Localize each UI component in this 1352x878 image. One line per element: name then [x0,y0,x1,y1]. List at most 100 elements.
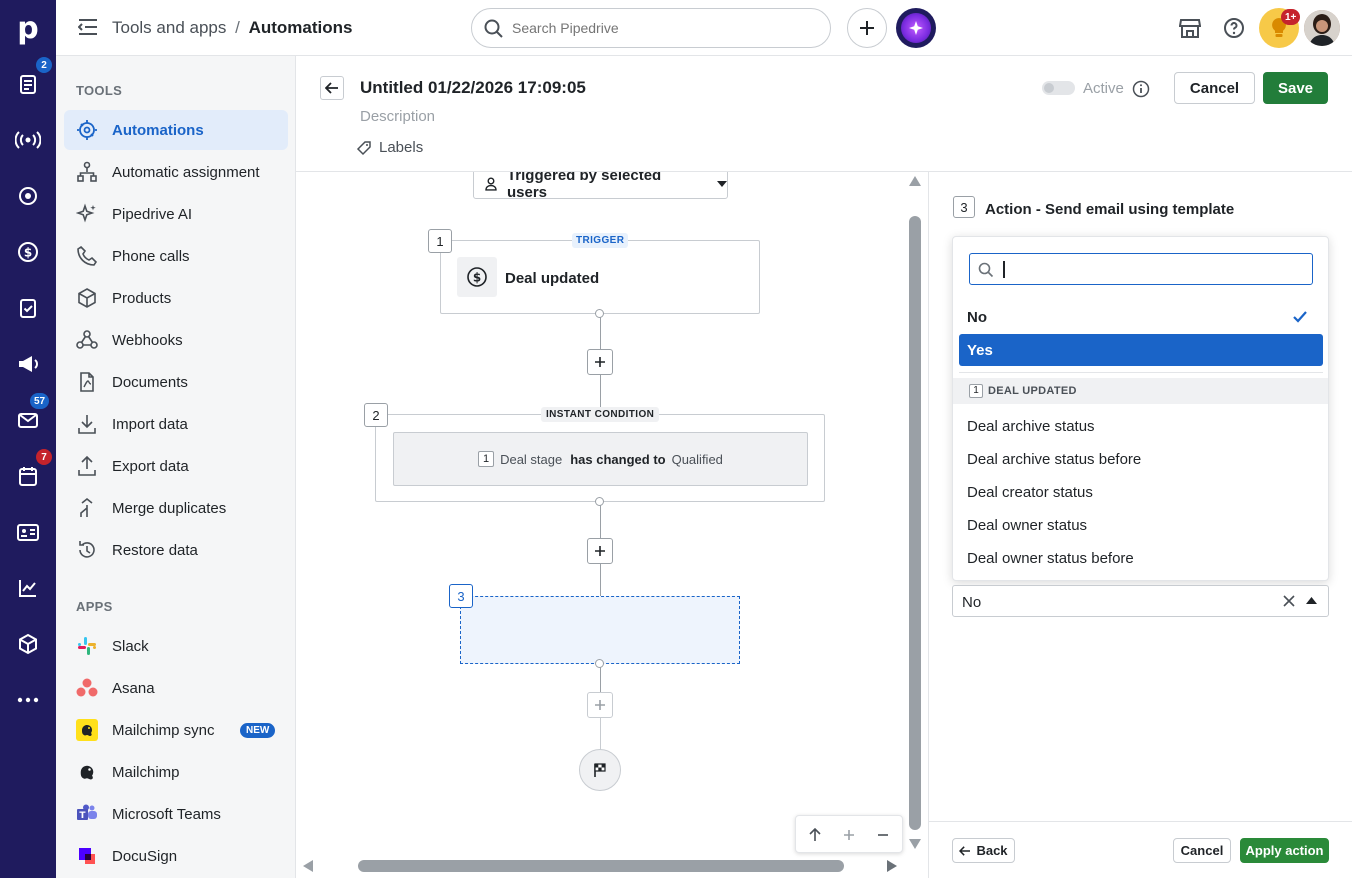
clear-icon[interactable] [1283,595,1295,607]
sidebar-item-asana[interactable]: Asana [64,668,288,708]
avatar[interactable] [1304,10,1340,46]
sidebar-item-mailchimp-sync[interactable]: Mailchimp sync NEW [64,710,288,750]
sidebar-item-label: Products [112,290,172,307]
step-number-3: 3 [449,584,473,608]
sidebar-item-webhooks[interactable]: Webhooks [64,320,288,360]
slack-icon [76,635,98,657]
active-label: Active [1083,80,1124,97]
connector-line [600,564,601,596]
rail-more-icon[interactable] [0,678,56,722]
sparkle-icon [76,203,98,225]
caret-up-icon[interactable] [1306,597,1317,604]
add-step-button[interactable] [587,538,613,564]
fit-up-icon[interactable] [808,828,822,842]
option-no[interactable]: No [959,301,1323,333]
sidebar-item-merge-duplicates[interactable]: Merge duplicates [64,488,288,528]
scroll-right-arrow[interactable] [887,860,897,872]
workflow-canvas[interactable]: Triggered by selected users $ Deal updat… [296,172,928,878]
tools-sidebar: TOOLS Automations Automatic assignment P… [56,56,296,878]
global-search[interactable] [471,8,831,48]
rail-products-icon[interactable] [0,622,56,666]
group-step-number: 1 [969,384,983,398]
quick-add-button[interactable] [847,8,887,48]
pipedrive-logo[interactable]: p [0,6,56,50]
breadcrumb-current: Automations [248,18,353,37]
sidebar-item-documents[interactable]: Documents [64,362,288,402]
rail-campaigns-icon[interactable] [0,342,56,386]
trigger-node[interactable]: $ Deal updated [440,240,760,314]
apply-action-button[interactable]: Apply action [1240,838,1329,863]
option-deal-owner-status[interactable]: Deal owner status [959,509,1323,541]
webhook-icon [76,329,98,351]
sidebar-item-microsoft-teams[interactable]: T Microsoft Teams [64,794,288,834]
add-step-button[interactable] [587,349,613,375]
step-number-1: 1 [428,229,452,253]
sidebar-item-products[interactable]: Products [64,278,288,318]
sidebar-item-slack[interactable]: Slack [64,626,288,666]
ai-assistant-button[interactable] [896,8,936,48]
scroll-down-arrow[interactable] [909,839,921,849]
search-input[interactable] [512,18,812,38]
info-icon[interactable] [1132,80,1150,98]
dropdown-search[interactable] [969,253,1313,285]
user-icon [485,177,497,191]
rail-dollar-icon[interactable]: $ [0,230,56,274]
option-deal-creator-status[interactable]: Deal creator status [959,476,1323,508]
add-step-button[interactable] [587,692,613,718]
sidebar-item-pipedrive-ai[interactable]: Pipedrive AI [64,194,288,234]
menu-collapse-icon[interactable] [78,18,98,36]
back-arrow-button[interactable] [320,76,344,100]
panel-cancel-button[interactable]: Cancel [1173,838,1231,863]
cancel-button[interactable]: Cancel [1174,72,1255,104]
zoom-in-icon[interactable] [842,828,856,842]
svg-text:T: T [79,811,86,821]
action-node-placeholder[interactable] [460,596,740,664]
value-select[interactable]: No [952,585,1329,617]
marketplace-icon[interactable] [1179,17,1201,39]
sidebar-item-label: Automatic assignment [112,164,260,181]
rail-leads-icon[interactable] [0,118,56,162]
sidebar-item-mailchimp[interactable]: Mailchimp [64,752,288,792]
arrow-left-icon [325,82,338,94]
save-button[interactable]: Save [1263,72,1328,104]
scroll-left-arrow[interactable] [303,860,313,872]
rail-target-icon[interactable] [0,174,56,218]
sidebar-item-automatic-assignment[interactable]: Automatic assignment [64,152,288,192]
rail-activities-icon[interactable] [0,286,56,330]
tools-section-title: TOOLS [76,83,123,98]
sidebar-item-docusign[interactable]: DocuSign [64,836,288,876]
labels-button[interactable]: Labels [356,139,423,156]
condition-node[interactable]: 1 Deal stage has changed to Qualified [375,414,825,502]
sidebar-item-export-data[interactable]: Export data [64,446,288,486]
panel-step-number: 3 [953,196,975,218]
automation-title[interactable]: Untitled 01/22/2026 17:09:05 [360,78,586,98]
option-yes[interactable]: Yes [959,334,1323,366]
rail-insights-icon[interactable] [0,566,56,610]
document-icon [76,371,98,393]
sidebar-item-restore-data[interactable]: Restore data [64,530,288,570]
top-bar: Tools and apps / Automations 1+ [56,0,1352,56]
trigger-user-selector[interactable]: Triggered by selected users [473,172,728,201]
breadcrumb-parent[interactable]: Tools and apps [112,18,226,37]
option-deal-owner-status-before[interactable]: Deal owner status before [959,542,1323,574]
active-toggle[interactable] [1042,81,1075,95]
horizontal-scrollbar-thumb[interactable] [358,860,844,872]
scroll-up-arrow[interactable] [909,176,921,186]
vertical-scrollbar-thumb[interactable] [909,216,921,830]
sidebar-item-phone-calls[interactable]: Phone calls [64,236,288,276]
sidebar-item-label: Phone calls [112,248,190,265]
sidebar-item-label: Documents [112,374,188,391]
help-icon[interactable] [1223,17,1245,39]
sidebar-item-import-data[interactable]: Import data [64,404,288,444]
dropdown-group-header: 1 DEAL UPDATED [953,378,1328,404]
sidebar-item-automations[interactable]: Automations [64,110,288,150]
description-field[interactable]: Description [360,108,435,125]
sidebar-item-label: Pipedrive AI [112,206,193,223]
text-cursor [1003,261,1005,278]
zoom-out-icon[interactable] [876,828,890,842]
rail-contacts-icon[interactable] [0,510,56,554]
option-deal-archive-status-before[interactable]: Deal archive status before [959,443,1323,475]
option-deal-archive-status[interactable]: Deal archive status [959,410,1323,442]
condition-rule[interactable]: 1 Deal stage has changed to Qualified [393,432,808,486]
back-button[interactable]: Back [952,838,1015,863]
